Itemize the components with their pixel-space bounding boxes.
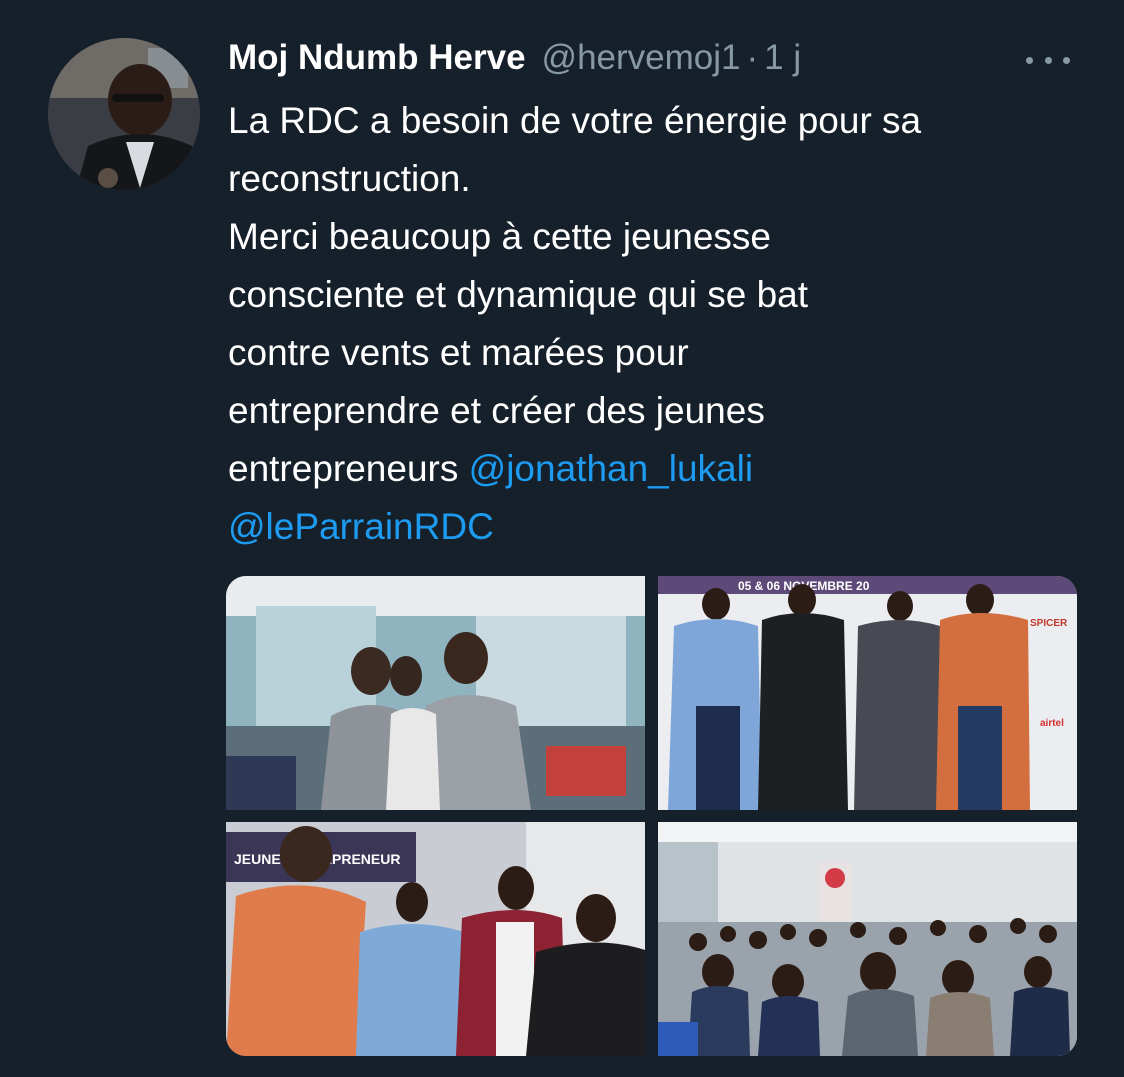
separator-dot: · (746, 38, 759, 77)
tweet-text-line: Merci beaucoup à cette jeunesse (228, 216, 772, 257)
more-dot (1063, 56, 1070, 64)
photo-jeune-entrepreneur-image: JEUNE ENTREPRENEUR (226, 822, 645, 1056)
tweet-text-line: reconstruction. (228, 158, 471, 199)
sponsor-logo-spicer: SPICER (1030, 618, 1068, 629)
more-dot (1044, 56, 1052, 64)
mention-link-jonathan-lukali[interactable]: @jonathan_lukali (469, 448, 753, 489)
tweet-text: La RDC a besoin de votre énergie pour sa… (228, 92, 1098, 556)
tweet-text-fragment: entrepreneurs (228, 448, 469, 489)
tweet[interactable]: Moj Ndumb Herve @hervemoj1 · 1 j La RDC … (0, 0, 1124, 1077)
tweet-header: Moj Ndumb Herve @hervemoj1 · 1 j (228, 38, 801, 82)
photo-group-banner-image: 05 & 06 NOVEMBRE 20 SPICER airtel (658, 576, 1077, 810)
tweet-text-line-with-mention: @leParrainRDC (228, 498, 1098, 556)
tweet-timestamp[interactable]: 1 j (764, 38, 801, 78)
more-options-icon[interactable] (1026, 48, 1070, 72)
tweet-text-line: consciente et dynamique qui se bat (228, 274, 809, 315)
mention-link-leparrainrdc[interactable]: @leParrainRDC (228, 506, 494, 547)
photo-audience[interactable] (658, 822, 1077, 1056)
tweet-text-line: entreprendre et créer des jeunes (228, 390, 765, 431)
photo-group-banner[interactable]: 05 & 06 NOVEMBRE 20 SPICER airtel (658, 576, 1077, 810)
tweet-text-line-with-mention: entrepreneurs @jonathan_lukali (228, 440, 1098, 498)
tweet-text-line: contre vents et marées pour (228, 332, 689, 373)
media-grid: 05 & 06 NOVEMBRE 20 SPICER airtel JEUNE … (226, 576, 1077, 1056)
author-handle[interactable]: @hervemoj1 (542, 38, 741, 78)
tweet-text-line: La RDC a besoin de votre énergie pour sa (228, 100, 922, 141)
more-dot (1026, 56, 1033, 64)
sponsor-logo-airtel: airtel (1040, 718, 1064, 729)
photo-jeune-entrepreneur[interactable]: JEUNE ENTREPRENEUR (226, 822, 645, 1056)
photo-networking-image (226, 576, 645, 810)
author-display-name[interactable]: Moj Ndumb Herve (228, 38, 526, 78)
author-avatar[interactable] (48, 38, 200, 190)
avatar-image (48, 38, 200, 190)
photo-networking[interactable] (226, 576, 645, 810)
photo-audience-image (658, 822, 1077, 1056)
